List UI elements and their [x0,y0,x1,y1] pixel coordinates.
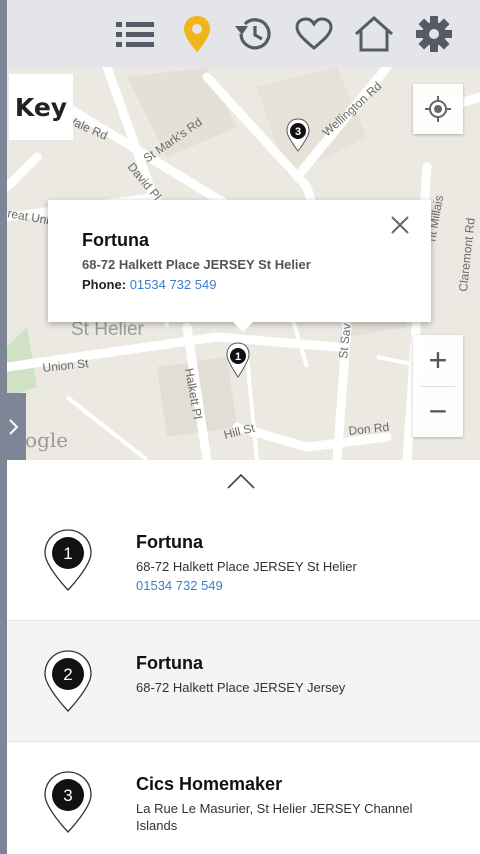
close-icon[interactable] [389,214,411,236]
list-icon[interactable] [113,12,157,56]
svg-text:3: 3 [295,126,301,138]
result-address: 68-72 Halkett Place JERSEY St Helier [136,559,357,574]
list-item[interactable]: 2 Fortuna 68-72 Halkett Place JERSEY Jer… [7,621,480,742]
info-popup: Fortuna 68-72 Halkett Place JERSEY St He… [48,200,431,332]
popup-title: Fortuna [82,230,149,250]
popup-address: 68-72 Halkett Place JERSEY St Helier [82,257,311,272]
result-name: Cics Homemaker [136,774,283,794]
svg-text:1: 1 [235,351,241,363]
zoom-divider [421,386,455,387]
district-label-st-helier: St Helier [71,319,145,340]
popup-phone-row: Phone: 01534 732 549 [82,277,431,292]
result-name: Fortuna [136,653,203,673]
history-icon[interactable] [231,12,275,56]
zoom-in-button[interactable]: + [413,335,463,386]
popup-phone-label: Phone: [82,277,127,292]
pin-icon: 3 [44,771,92,833]
zoom-out-button[interactable]: − [413,386,463,437]
side-panel-toggle[interactable] [0,393,26,460]
results-list: 1 Fortuna 68-72 Halkett Place JERSEY St … [7,500,480,854]
chevron-up-icon[interactable] [225,470,257,492]
heart-icon[interactable] [292,12,336,56]
popup-phone-link[interactable]: 01534 732 549 [130,277,217,292]
result-address: 68-72 Halkett Place JERSEY Jersey [136,680,346,695]
zoom-controls: + − [413,335,463,437]
list-item[interactable]: 3 Cics Homemaker La Rue Le Masurier, St … [7,742,480,854]
list-item[interactable]: 1 Fortuna 68-72 Halkett Place JERSEY St … [7,500,480,621]
pin-icon: 1 [44,529,92,591]
svg-text:3: 3 [63,786,72,805]
chevron-right-icon [9,418,19,435]
top-toolbar [7,0,480,67]
result-address: La Rue Le Masurier, St Helier JERSEY Cha… [136,801,413,833]
key-button[interactable]: Key [9,74,73,140]
svg-text:2: 2 [63,665,72,684]
crosshair-icon [425,96,451,122]
my-location-button[interactable] [413,84,463,134]
result-phone-link[interactable]: 01534 732 549 [136,578,223,593]
map-view[interactable]: Vale Rd St Mark's Rd David Pl Wellington… [7,67,480,460]
gear-icon[interactable] [412,12,456,56]
svg-text:1: 1 [63,544,72,563]
pin-icon: 2 [44,650,92,712]
home-icon[interactable] [352,12,396,56]
location-pin-icon[interactable] [175,12,219,56]
result-name: Fortuna [136,532,203,552]
